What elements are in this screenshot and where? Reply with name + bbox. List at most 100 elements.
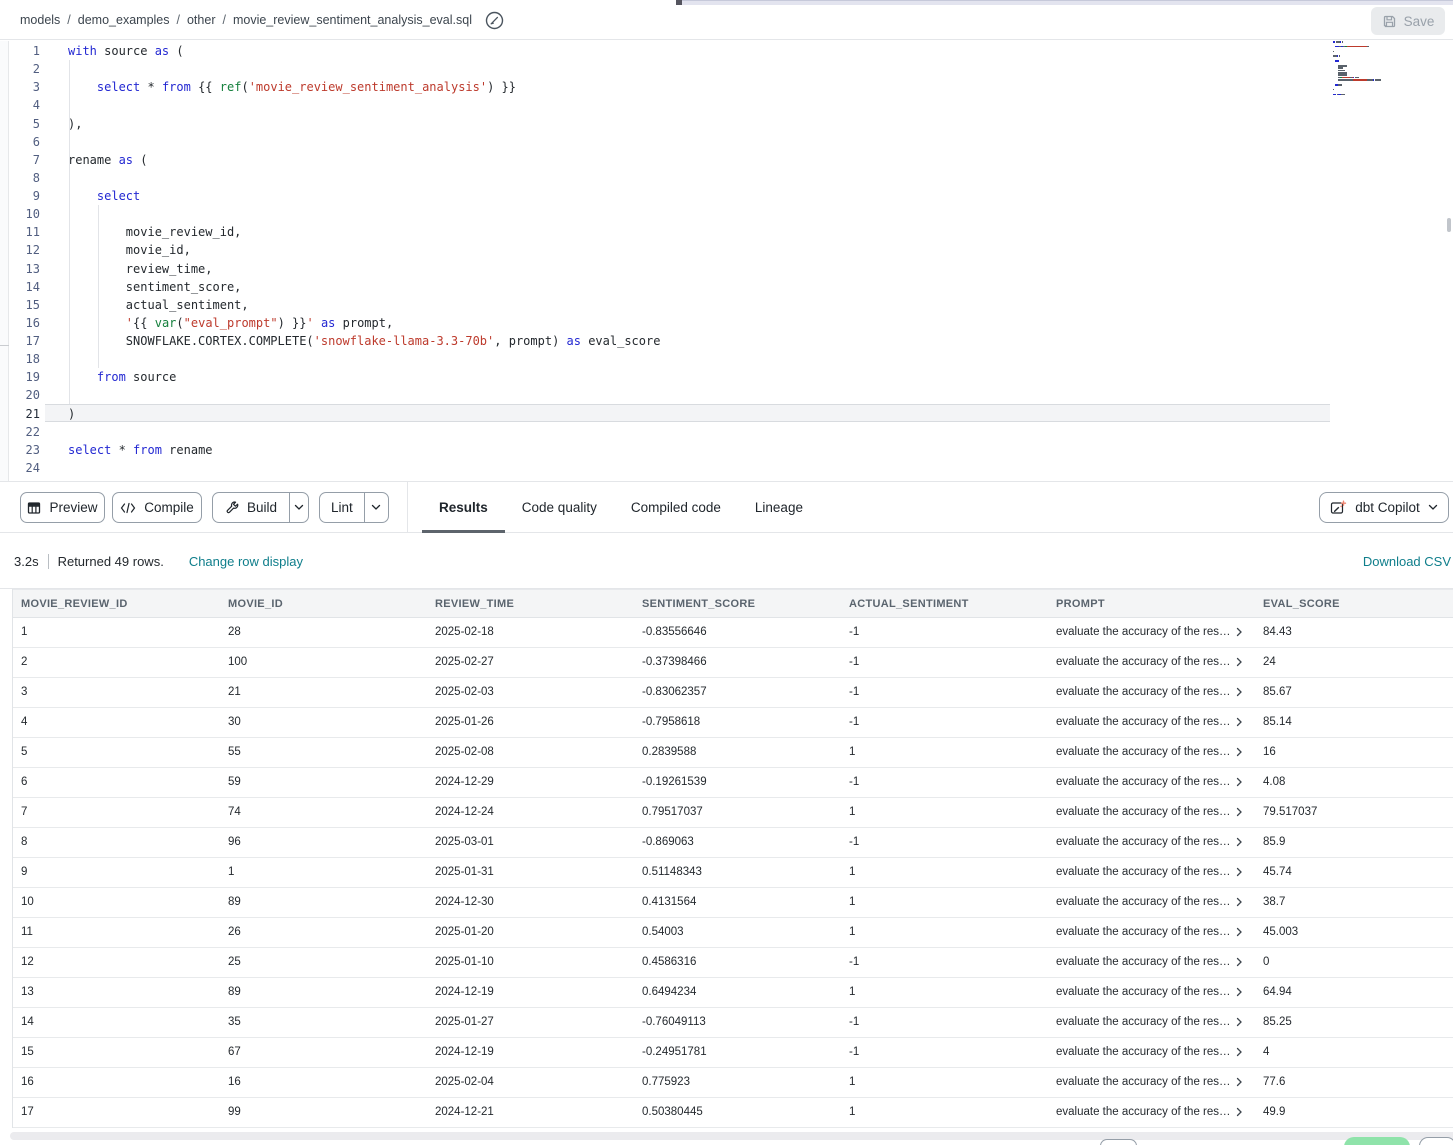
code-lines[interactable]: with source as ( select * from {{ ref('m… <box>0 42 1340 481</box>
chevron-down-icon <box>1428 504 1438 511</box>
prompt-cell[interactable]: evaluate the accuracy of the res… <box>1048 888 1255 917</box>
prompt-cell[interactable]: evaluate the accuracy of the res… <box>1048 708 1255 737</box>
editor-vertical-scrollbar[interactable] <box>1447 218 1451 232</box>
code-line[interactable] <box>68 133 1340 151</box>
prompt-cell[interactable]: evaluate the accuracy of the res… <box>1048 798 1255 827</box>
table-cell: 2024-12-29 <box>427 768 634 797</box>
expand-chevron-icon[interactable] <box>1236 627 1243 637</box>
change-row-display-link[interactable]: Change row display <box>189 554 303 569</box>
expand-chevron-icon[interactable] <box>1236 927 1243 937</box>
prompt-cell[interactable]: evaluate the accuracy of the res… <box>1048 858 1255 887</box>
tab-lineage[interactable]: Lineage <box>738 482 820 533</box>
bottom-partial-green-pill[interactable] <box>1344 1137 1410 1145</box>
code-line[interactable] <box>68 386 1340 404</box>
prompt-cell[interactable]: evaluate the accuracy of the res… <box>1048 768 1255 797</box>
build-button[interactable]: Build <box>213 493 289 522</box>
code-line[interactable]: ), <box>68 115 1340 133</box>
column-header: REVIEW_TIME <box>427 590 634 617</box>
expand-chevron-icon[interactable] <box>1236 807 1243 817</box>
horizontal-scrollbar[interactable] <box>10 1132 1453 1140</box>
expand-chevron-icon[interactable] <box>1236 987 1243 997</box>
prompt-cell[interactable]: evaluate the accuracy of the res… <box>1048 648 1255 677</box>
expand-chevron-icon[interactable] <box>1236 657 1243 667</box>
code-line[interactable]: '{{ var("eval_prompt") }}' as prompt, <box>68 314 1340 332</box>
expand-chevron-icon[interactable] <box>1236 957 1243 967</box>
expand-chevron-icon[interactable] <box>1236 837 1243 847</box>
save-button[interactable]: Save <box>1371 7 1445 35</box>
code-line[interactable]: movie_id, <box>68 241 1340 259</box>
code-line[interactable]: actual_sentiment, <box>68 296 1340 314</box>
code-line[interactable]: select <box>68 187 1340 205</box>
prompt-cell[interactable]: evaluate the accuracy of the res… <box>1048 678 1255 707</box>
prompt-cell[interactable]: evaluate the accuracy of the res… <box>1048 1098 1255 1127</box>
prompt-cell[interactable]: evaluate the accuracy of the res… <box>1048 978 1255 1007</box>
expand-chevron-icon[interactable] <box>1236 897 1243 907</box>
prompt-cell[interactable]: evaluate the accuracy of the res… <box>1048 918 1255 947</box>
expand-chevron-icon[interactable] <box>1236 1047 1243 1057</box>
code-line[interactable] <box>68 350 1340 368</box>
prompt-cell[interactable]: evaluate the accuracy of the res… <box>1048 1068 1255 1097</box>
editor-top-scroll-track[interactable] <box>676 0 1453 5</box>
code-line[interactable]: sentiment_score, <box>68 278 1340 296</box>
code-line[interactable]: SNOWFLAKE.CORTEX.COMPLETE('snowflake-lla… <box>68 332 1340 350</box>
expand-chevron-icon[interactable] <box>1236 777 1243 787</box>
code-line[interactable]: rename as ( <box>68 151 1340 169</box>
code-line[interactable] <box>68 96 1340 114</box>
code-line[interactable] <box>68 423 1340 441</box>
table-cell: 2024-12-21 <box>427 1098 634 1127</box>
table-cell: 49.9 <box>1255 1098 1453 1127</box>
code-line[interactable] <box>68 60 1340 78</box>
code-minimap[interactable] <box>1333 41 1443 138</box>
table-cell: 89 <box>220 888 427 917</box>
preview-button[interactable]: Preview <box>20 492 105 523</box>
prompt-cell[interactable]: evaluate the accuracy of the res… <box>1048 1008 1255 1037</box>
tab-compiled-code[interactable]: Compiled code <box>614 482 738 533</box>
prompt-cell[interactable]: evaluate the accuracy of the res… <box>1048 738 1255 767</box>
editor-top-scroll-thumb[interactable] <box>676 0 682 5</box>
code-line[interactable]: select * from {{ ref('movie_review_senti… <box>68 78 1340 96</box>
code-line[interactable] <box>68 205 1340 223</box>
column-header: MOVIE_ID <box>220 590 427 617</box>
lint-button[interactable]: Lint <box>320 493 364 522</box>
table-cell: 67 <box>220 1038 427 1067</box>
code-line[interactable]: from source <box>68 368 1340 386</box>
table-cell: 9 <box>13 858 220 887</box>
prompt-text: evaluate the accuracy of the res… <box>1056 948 1231 977</box>
table-cell: 1 <box>841 858 1048 887</box>
code-line[interactable]: review_time, <box>68 260 1340 278</box>
expand-chevron-icon[interactable] <box>1236 1077 1243 1087</box>
table-cell: 2025-01-27 <box>427 1008 634 1037</box>
code-line[interactable]: select * from rename <box>68 441 1340 459</box>
prompt-text: evaluate the accuracy of the res… <box>1056 858 1231 887</box>
prompt-cell[interactable]: evaluate the accuracy of the res… <box>1048 618 1255 647</box>
breadcrumb-segment: other <box>187 13 216 27</box>
code-line[interactable] <box>68 477 1340 481</box>
bottom-partial-button[interactable] <box>1100 1139 1137 1145</box>
expand-chevron-icon[interactable] <box>1236 1017 1243 1027</box>
format-file-icon[interactable] <box>485 11 504 30</box>
prompt-cell[interactable]: evaluate the accuracy of the res… <box>1048 948 1255 977</box>
code-line[interactable]: ) <box>68 405 1340 423</box>
compile-button[interactable]: Compile <box>112 492 202 523</box>
download-csv-link[interactable]: Download CSV <box>1363 554 1451 569</box>
bottom-partial-button[interactable] <box>1419 1137 1453 1145</box>
prompt-text: evaluate the accuracy of the res… <box>1056 828 1231 857</box>
expand-chevron-icon[interactable] <box>1236 687 1243 697</box>
tab-code-quality[interactable]: Code quality <box>505 482 614 533</box>
table-row: 15672024-12-19-0.24951781-1evaluate the … <box>13 1038 1453 1068</box>
expand-chevron-icon[interactable] <box>1236 747 1243 757</box>
expand-chevron-icon[interactable] <box>1236 867 1243 877</box>
code-line[interactable] <box>68 459 1340 477</box>
lint-dropdown-toggle[interactable] <box>364 493 388 522</box>
code-line[interactable]: with source as ( <box>68 42 1340 60</box>
sql-code-editor[interactable]: 1234567891011121314151617181920212223242… <box>0 41 1453 481</box>
dbt-copilot-button[interactable]: dbt Copilot <box>1319 492 1449 523</box>
code-line[interactable]: movie_review_id, <box>68 223 1340 241</box>
build-dropdown-toggle[interactable] <box>289 493 308 522</box>
prompt-cell[interactable]: evaluate the accuracy of the res… <box>1048 1038 1255 1067</box>
prompt-cell[interactable]: evaluate the accuracy of the res… <box>1048 828 1255 857</box>
tab-results[interactable]: Results <box>422 482 505 533</box>
expand-chevron-icon[interactable] <box>1236 1107 1243 1117</box>
code-line[interactable] <box>68 169 1340 187</box>
expand-chevron-icon[interactable] <box>1236 717 1243 727</box>
